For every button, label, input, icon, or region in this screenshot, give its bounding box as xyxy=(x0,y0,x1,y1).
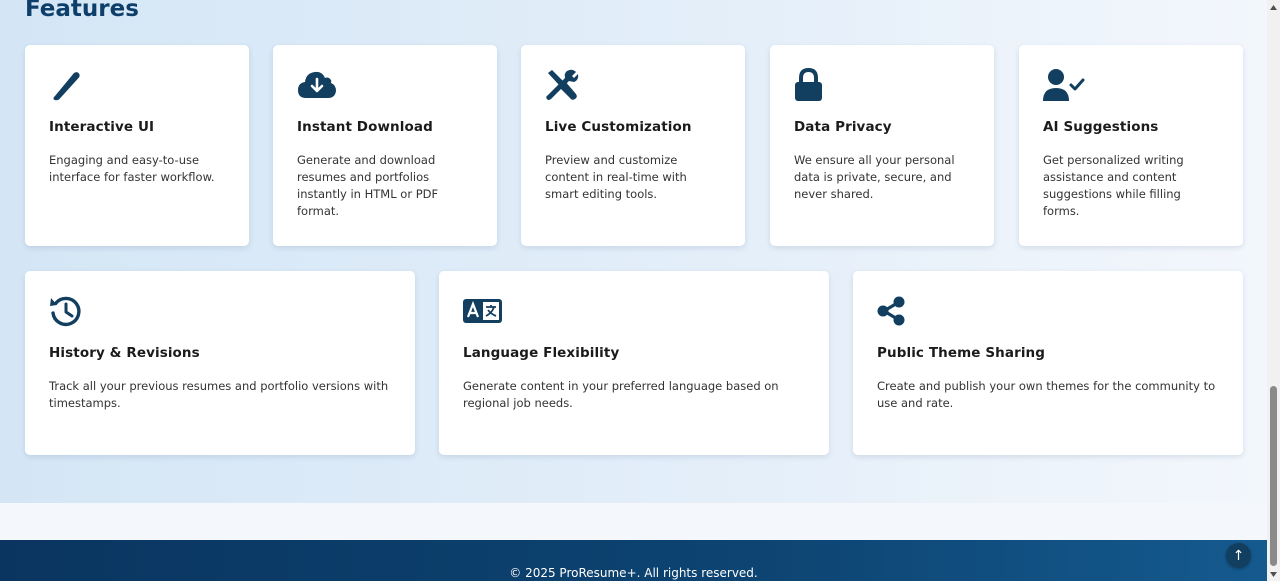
user-check-icon xyxy=(1043,67,1219,103)
back-to-top-button[interactable]: ↑ xyxy=(1226,543,1251,568)
feature-title: Instant Download xyxy=(297,119,433,135)
scroll-up-arrow-icon[interactable] xyxy=(1267,1,1280,13)
feature-card-ai-suggestions: AI Suggestions Get personalized writing … xyxy=(1019,45,1243,246)
footer: © 2025 ProResume+. All rights reserved. xyxy=(0,540,1267,581)
feature-title: Live Customization xyxy=(545,119,692,135)
scroll-down-arrow-icon[interactable] xyxy=(1267,568,1280,580)
feature-description: Engaging and easy-to-use interface for f… xyxy=(49,153,215,184)
feature-card-data-privacy: Data Privacy We ensure all your personal… xyxy=(770,45,994,246)
language-icon xyxy=(463,293,805,329)
arrow-up-icon: ↑ xyxy=(1232,547,1245,564)
tools-icon xyxy=(545,67,721,103)
feature-description: Generate content in your preferred langu… xyxy=(463,379,779,410)
copyright-text: © 2025 ProResume+. All rights reserved. xyxy=(509,566,758,580)
feature-card-history-revisions: History & Revisions Track all your previ… xyxy=(25,271,415,455)
history-icon xyxy=(49,293,391,329)
feature-card-live-customization: Live Customization Preview and customize… xyxy=(521,45,745,246)
section-spacer xyxy=(0,503,1267,540)
feature-card-language-flexibility: Language Flexibility Generate content in… xyxy=(439,271,829,455)
vertical-scrollbar[interactable] xyxy=(1267,0,1280,581)
section-title: Features xyxy=(25,0,139,22)
feature-description: We ensure all your personal data is priv… xyxy=(794,153,955,201)
share-icon xyxy=(877,293,1219,329)
feature-card-instant-download: Instant Download Generate and download r… xyxy=(273,45,497,246)
feature-title: Data Privacy xyxy=(794,119,892,135)
feature-card-interactive-ui: Interactive UI Engaging and easy-to-use … xyxy=(25,45,249,246)
feature-description: Track all your previous resumes and port… xyxy=(49,379,389,410)
feature-title: History & Revisions xyxy=(49,345,200,361)
feature-title: Interactive UI xyxy=(49,119,155,135)
feature-title: Language Flexibility xyxy=(463,345,620,361)
scrollbar-thumb[interactable] xyxy=(1270,386,1277,566)
feature-title: Public Theme Sharing xyxy=(877,345,1046,361)
feature-description: Generate and download resumes and portfo… xyxy=(297,153,439,218)
feature-card-public-theme-sharing: Public Theme Sharing Create and publish … xyxy=(853,271,1243,455)
cloud-download-icon xyxy=(297,67,473,103)
features-section: Features Interactive UI Engaging and eas… xyxy=(0,0,1267,503)
feature-description: Create and publish your own themes for t… xyxy=(877,379,1216,410)
lock-icon xyxy=(794,67,970,103)
feature-description: Preview and customize content in real-ti… xyxy=(545,153,687,201)
feature-title: AI Suggestions xyxy=(1043,119,1159,135)
pen-icon xyxy=(49,67,225,103)
feature-description: Get personalized writing assistance and … xyxy=(1043,153,1184,218)
